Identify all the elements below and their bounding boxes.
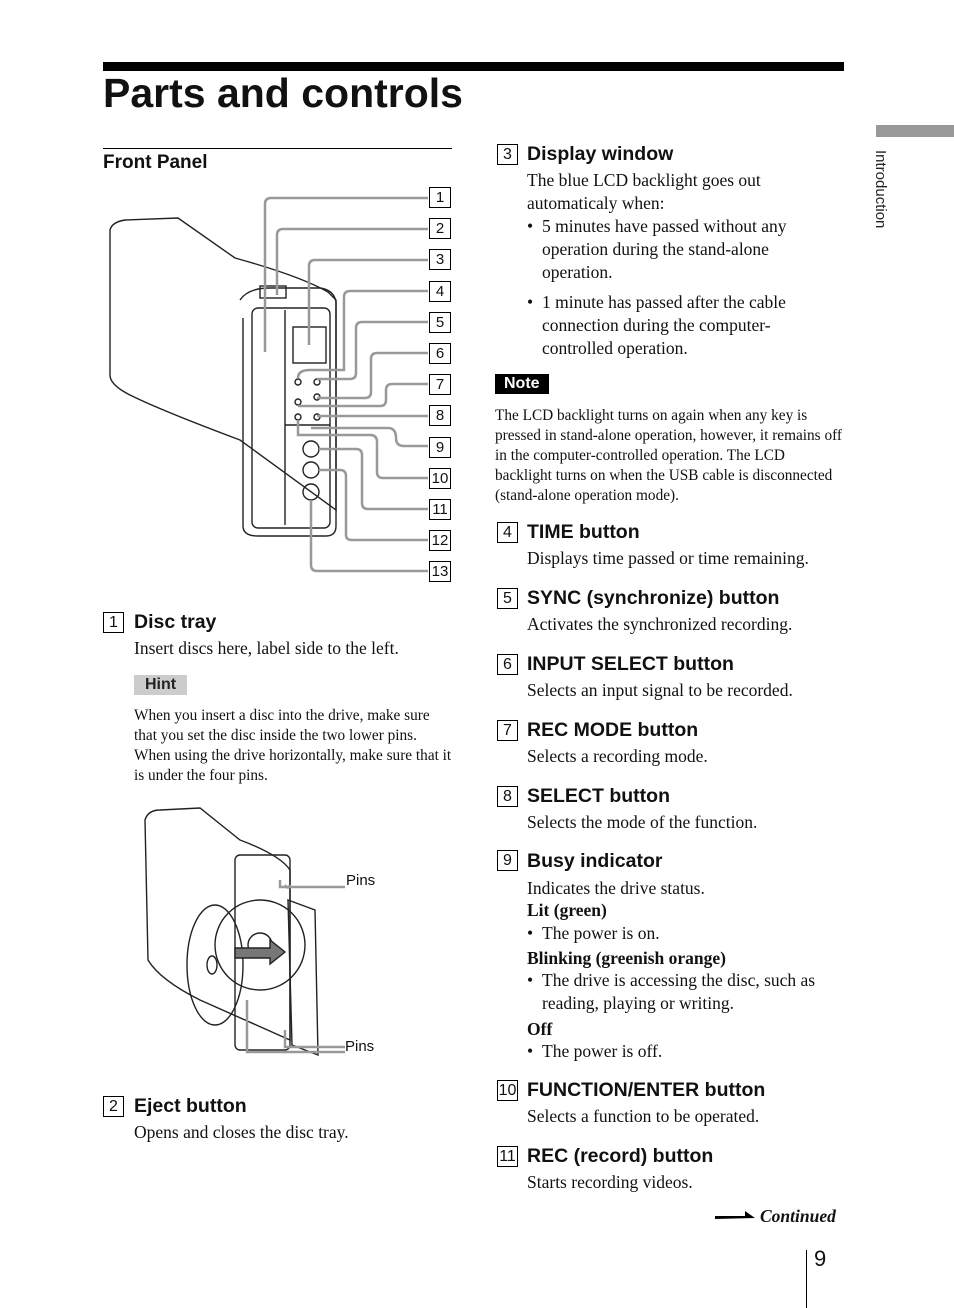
item-heading: INPUT SELECT button [527, 653, 734, 675]
panel-buttons [294, 378, 321, 501]
item-number-box: 8 [497, 786, 518, 807]
bullet-item: The power is off. [527, 1040, 662, 1063]
bullet-item: 1 minute has passed after the cable conn… [527, 291, 827, 360]
item-heading: REC MODE button [527, 719, 699, 741]
callout-number: 10 [429, 467, 451, 489]
manual-page: Parts and controls Front Panel Introduct… [0, 0, 954, 1308]
callout-number: 13 [429, 561, 451, 583]
item-heading: Busy indicator [527, 850, 663, 872]
item-heading: FUNCTION/ENTER button [527, 1079, 766, 1101]
item-description: Selects an input signal to be recorded. [527, 680, 793, 700]
callout-number: 3 [429, 249, 451, 271]
side-tab-label: Introduction [872, 150, 889, 229]
disc-insertion-illustration [144, 807, 345, 1057]
callout-number: 2 [429, 218, 451, 240]
item-number-box: 10 [497, 1080, 518, 1101]
item-heading: SYNC (synchronize) button [527, 587, 780, 609]
callout-number: 8 [429, 405, 451, 427]
callout-number: 1 [429, 187, 451, 208]
side-tab-marker [876, 125, 954, 137]
pins-label-top: Pins [346, 872, 376, 889]
front-panel-illustration [109, 196, 428, 573]
continued-arrow-icon [715, 1211, 755, 1219]
item-number-box: 7 [497, 720, 518, 741]
section-heading: Front Panel [103, 152, 208, 173]
item-heading: Display window [527, 143, 674, 165]
note-label: Note [495, 374, 549, 394]
item-description: Indicates the drive status. [527, 878, 705, 898]
hint-label: Hint [134, 675, 188, 695]
item-description: Activates the synchronized recording. [527, 614, 793, 634]
item-heading: TIME button [527, 521, 640, 543]
item-heading: SELECT button [527, 785, 670, 807]
item-heading: REC (record) button [527, 1145, 714, 1167]
page-title: Parts and controls [103, 70, 463, 116]
callout-number: 4 [429, 280, 451, 302]
state-label: Blinking (greenish orange) [527, 948, 727, 968]
item-description: Selects the mode of the function. [527, 812, 758, 832]
item-number-box: 4 [497, 522, 518, 543]
page-number: 9 [814, 1246, 827, 1271]
note-text: The LCD backlight turns on again when an… [495, 407, 843, 504]
bullet-item: 5 minutes have passed without any operat… [527, 215, 827, 284]
item-number-box: 11 [497, 1146, 518, 1167]
callout-number: 5 [429, 311, 451, 333]
callout-number: 11 [429, 499, 451, 520]
state-label: Lit (green) [527, 900, 607, 920]
item-number-box: 2 [103, 1096, 124, 1117]
item-heading: Disc tray [134, 611, 217, 633]
bullet-item: The power is on. [527, 922, 660, 945]
callout-number: 7 [429, 374, 451, 396]
pins-label-bottom: Pins [345, 1038, 375, 1055]
item-description: Selects a recording mode. [527, 746, 708, 766]
callout-number: 9 [429, 436, 451, 458]
callout-number: 12 [429, 530, 451, 552]
hint-text: When you insert a disc into the drive, m… [134, 707, 452, 784]
item-number-box: 6 [497, 654, 518, 675]
bullet-item: The drive is accessing the disc, such as… [527, 969, 847, 1015]
item-description: Insert discs here, label side to the lef… [134, 638, 399, 658]
item-number-box: 9 [497, 850, 518, 871]
item-description: The blue LCD backlight goes out automati… [527, 170, 761, 213]
state-label: Off [527, 1019, 553, 1039]
item-number-box: 3 [497, 144, 518, 165]
item-description: Selects a function to be operated. [527, 1106, 760, 1126]
item-number-box: 1 [103, 612, 124, 633]
section-rule [103, 148, 452, 149]
callout-number: 6 [429, 343, 451, 364]
continued-label: Continued [760, 1206, 836, 1226]
item-number-box: 5 [497, 588, 518, 609]
item-description: Starts recording videos. [527, 1172, 693, 1192]
item-description: Displays time passed or time remaining. [527, 548, 809, 568]
page-number-rule [806, 1250, 807, 1308]
item-description: Opens and closes the disc tray. [134, 1122, 349, 1142]
item-heading: Eject button [134, 1095, 247, 1117]
